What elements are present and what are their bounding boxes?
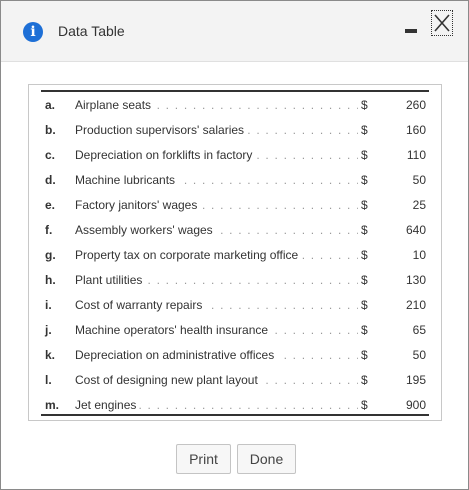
row-amount: 25 [412,198,426,212]
row-letter: g. [45,248,56,262]
table-row: e. . . . . . . . . . . . . . . . . . . . … [41,192,429,217]
row-currency: $ [361,273,368,287]
row-label: Depreciation on forklifts in factory [75,148,256,162]
table-row: l. . . . . . . . . . . . . . . . . . . . … [41,367,429,392]
row-label: Production supervisors' salaries [75,123,248,137]
row-letter: f. [45,223,53,237]
row-label: Cost of designing new plant layout [75,373,261,387]
row-amount: 210 [405,298,426,312]
row-label: Airplane seats [75,98,155,112]
row-label: Machine operators' health insurance [75,323,272,337]
row-letter: k. [45,348,56,362]
row-currency: $ [361,223,368,237]
row-currency: $ [361,123,368,137]
row-label: Jet engines [75,398,140,412]
row-letter: i. [45,298,52,312]
row-label-cell: . . . . . . . . . . . . . . . . . . . . … [75,398,358,413]
row-amount: 900 [405,398,426,412]
row-letter: l. [45,373,52,387]
row-label-cell: . . . . . . . . . . . . . . . . . . . . … [75,173,358,188]
table-row: k. . . . . . . . . . . . . . . . . . . . … [41,342,429,367]
row-currency: $ [361,323,368,337]
table-row: d. . . . . . . . . . . . . . . . . . . . … [41,167,429,192]
row-label: Factory janitors' wages [75,198,201,212]
row-label-cell: . . . . . . . . . . . . . . . . . . . . … [75,248,358,263]
row-currency: $ [361,173,368,187]
row-label: Depreciation on administrative offices [75,348,278,362]
row-label-cell: . . . . . . . . . . . . . . . . . . . . … [75,323,358,338]
dialog-titlebar: i Data Table [1,1,468,62]
row-label-cell: . . . . . . . . . . . . . . . . . . . . … [75,123,358,138]
row-currency: $ [361,373,368,387]
row-currency: $ [361,398,368,412]
dialog-title: Data Table [58,23,125,39]
table-row: j. . . . . . . . . . . . . . . . . . . . … [41,317,429,342]
row-label: Property tax on corporate marketing offi… [75,248,302,262]
done-button[interactable]: Done [237,444,296,474]
row-currency: $ [361,148,368,162]
table-row: h. . . . . . . . . . . . . . . . . . . . … [41,267,429,292]
row-amount: 260 [405,98,426,112]
table-row: a. . . . . . . . . . . . . . . . . . . . … [41,92,429,117]
close-icon [434,14,450,32]
row-letter: h. [45,273,56,287]
print-button[interactable]: Print [176,444,231,474]
row-letter: a. [45,98,56,112]
minimize-button[interactable] [403,25,419,37]
row-amount: 65 [412,323,426,337]
row-label: Plant utilities [75,273,146,287]
row-label-cell: . . . . . . . . . . . . . . . . . . . . … [75,298,358,313]
row-label-cell: . . . . . . . . . . . . . . . . . . . . … [75,348,358,363]
minimize-icon [405,29,417,33]
close-button[interactable] [431,10,453,36]
row-currency: $ [361,98,368,112]
row-amount: 50 [412,348,426,362]
table-row: f. . . . . . . . . . . . . . . . . . . . … [41,217,429,242]
row-amount: 195 [405,373,426,387]
row-amount: 110 [406,148,426,162]
table-row: c. . . . . . . . . . . . . . . . . . . . … [41,142,429,167]
row-letter: b. [45,123,56,137]
row-label-cell: . . . . . . . . . . . . . . . . . . . . … [75,373,358,388]
row-letter: j. [45,323,52,337]
row-label-cell: . . . . . . . . . . . . . . . . . . . . … [75,273,358,288]
row-amount: 160 [405,123,426,137]
table-bottom-rule [41,414,429,416]
row-label: Machine lubricants [75,173,179,187]
row-currency: $ [361,248,368,262]
row-label: Assembly workers' wages [75,223,216,237]
row-amount: 50 [412,173,426,187]
row-amount: 10 [412,248,426,262]
row-letter: d. [45,173,56,187]
info-icon: i [23,22,43,42]
row-letter: c. [45,148,56,162]
data-table-dialog: i Data Table a. . . . . . . . . . . . . .… [0,0,469,490]
row-label-cell: . . . . . . . . . . . . . . . . . . . . … [75,148,358,163]
row-letter: m. [45,398,60,412]
row-label-cell: . . . . . . . . . . . . . . . . . . . . … [75,223,358,238]
row-amount: 640 [405,223,426,237]
row-amount: 130 [405,273,426,287]
table-row: g. . . . . . . . . . . . . . . . . . . . … [41,242,429,267]
row-currency: $ [361,198,368,212]
row-label: Cost of warranty repairs [75,298,206,312]
row-label-cell: . . . . . . . . . . . . . . . . . . . . … [75,198,358,213]
table-row: i. . . . . . . . . . . . . . . . . . . . … [41,292,429,317]
row-currency: $ [361,298,368,312]
row-label-cell: . . . . . . . . . . . . . . . . . . . . … [75,98,358,113]
row-currency: $ [361,348,368,362]
table-row: b. . . . . . . . . . . . . . . . . . . . … [41,117,429,142]
row-letter: e. [45,198,56,212]
